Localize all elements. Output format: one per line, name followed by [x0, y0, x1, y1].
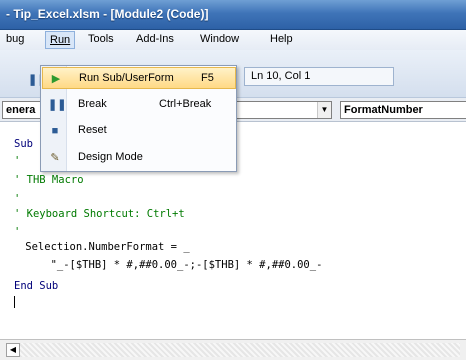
- menu-tools[interactable]: Tools: [88, 33, 114, 45]
- menu-help[interactable]: Help: [270, 33, 293, 45]
- code-line: ': [14, 193, 21, 205]
- play-icon: ▶: [51, 73, 61, 85]
- code-line: Sub: [14, 138, 33, 150]
- code-line: ' Keyboard Shortcut: Ctrl+t: [14, 208, 185, 220]
- menu-bar: bug Run Tools Add-Ins Window Help: [0, 30, 466, 50]
- code-line: Selection.NumberFormat = _: [0, 241, 190, 253]
- text-cursor: [14, 296, 15, 308]
- menu-item-shortcut: Ctrl+Break: [159, 98, 212, 110]
- menu-window[interactable]: Window: [200, 33, 239, 45]
- window-title: - Tip_Excel.xlsm - [Module2 (Code)]: [6, 7, 209, 21]
- cursor-position-box: Ln 10, Col 1: [244, 67, 394, 86]
- code-line: End Sub: [14, 280, 59, 292]
- code-line: ': [14, 226, 21, 238]
- procedure-combo[interactable]: FormatNumber: [340, 101, 466, 119]
- object-combo-value: enera: [6, 104, 36, 116]
- menu-debug[interactable]: bug: [6, 33, 24, 45]
- menu-item-shortcut: F5: [201, 72, 214, 84]
- code-line: "_-[$THB] * #,##0.00_-;-[$THB] * #,##0.0…: [0, 259, 323, 271]
- menu-item-design-mode[interactable]: ✎ Design Mode: [42, 147, 236, 169]
- menu-item-label: Run Sub/UserForm: [79, 72, 174, 84]
- menu-add-ins[interactable]: Add-Ins: [136, 33, 174, 45]
- run-menu-dropdown: ▶ Run Sub/UserForm F5 ❚❚ Break Ctrl+Brea…: [40, 65, 237, 172]
- stop-icon: ■: [51, 125, 59, 137]
- code-line: ' THB Macro: [14, 174, 84, 186]
- pause-icon: ❚❚: [48, 99, 67, 111]
- menu-item-label: Break: [78, 98, 107, 110]
- menu-item-break[interactable]: ❚❚ Break Ctrl+Break: [42, 94, 236, 116]
- procedure-combo-value: FormatNumber: [344, 104, 423, 116]
- menu-item-label: Design Mode: [78, 151, 143, 163]
- code-line: ': [14, 155, 21, 167]
- object-combo-arrow-icon[interactable]: ▼: [317, 102, 331, 118]
- scroll-left-icon[interactable]: ◀: [6, 343, 20, 357]
- scrollbar-track[interactable]: [20, 343, 460, 357]
- design-mode-icon: ✎: [50, 152, 60, 164]
- menu-item-run-sub-userform[interactable]: ▶ Run Sub/UserForm F5: [42, 67, 236, 89]
- menu-run[interactable]: Run: [45, 31, 76, 49]
- horizontal-scrollbar[interactable]: ◀: [0, 339, 466, 360]
- title-bar: - Tip_Excel.xlsm - [Module2 (Code)]: [0, 0, 466, 30]
- menu-item-label: Reset: [78, 124, 107, 136]
- menu-item-reset[interactable]: ■ Reset: [42, 120, 236, 142]
